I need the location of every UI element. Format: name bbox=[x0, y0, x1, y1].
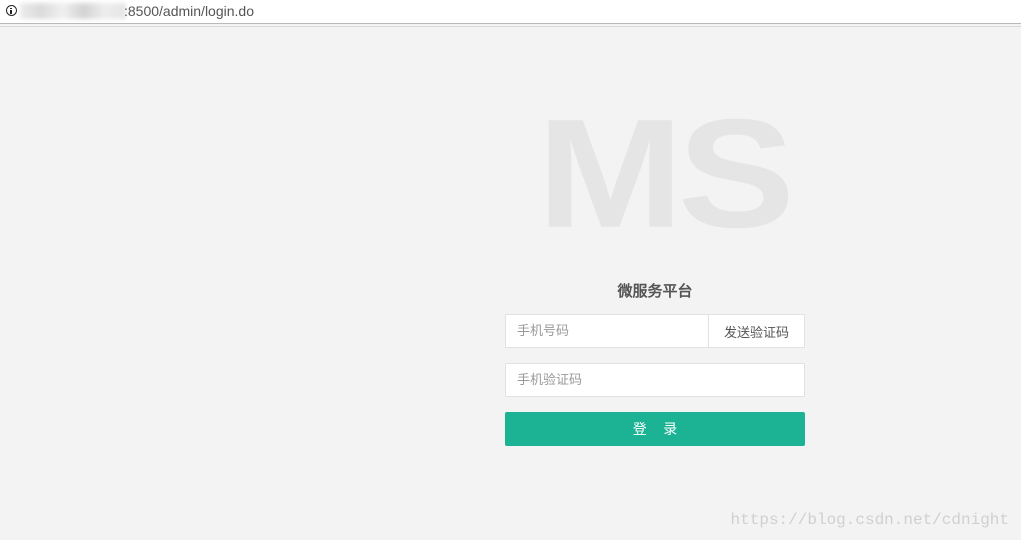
url-text[interactable]: :8500/admin/login.do bbox=[124, 3, 254, 19]
send-code-button[interactable]: 发送验证码 bbox=[709, 314, 805, 348]
logo-mark: MS bbox=[537, 87, 795, 261]
phone-input[interactable] bbox=[505, 314, 709, 348]
phone-input-group: 发送验证码 bbox=[505, 314, 805, 348]
watermark-text: https://blog.csdn.net/cdnight bbox=[730, 511, 1009, 529]
verification-code-input[interactable] bbox=[505, 363, 805, 397]
platform-title: 微服务平台 bbox=[617, 282, 693, 300]
url-host-redacted bbox=[20, 3, 126, 19]
login-button[interactable]: 登 录 bbox=[505, 412, 805, 446]
info-icon[interactable] bbox=[6, 5, 17, 16]
address-bar[interactable]: :8500/admin/login.do bbox=[0, 0, 1021, 27]
